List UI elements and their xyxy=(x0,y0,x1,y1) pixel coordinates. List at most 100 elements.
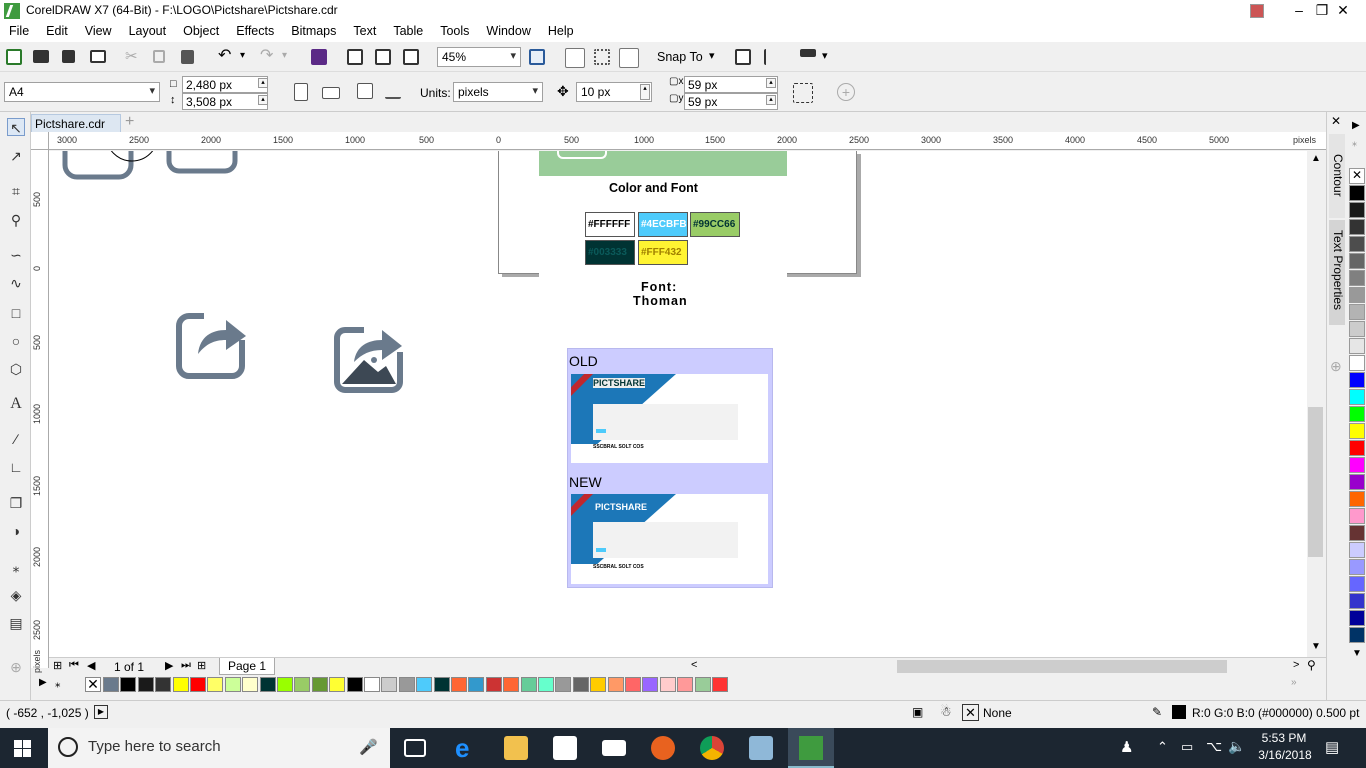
scroll-up-icon[interactable]: ▲ xyxy=(1311,153,1321,164)
document-palette-swatch[interactable] xyxy=(485,677,502,692)
vertical-scroll-thumb[interactable] xyxy=(1308,407,1323,557)
document-palette-swatch[interactable] xyxy=(259,677,276,692)
launch-icon[interactable] xyxy=(800,49,816,57)
vertical-ruler[interactable]: 500 0 500 1000 1500 2000 2500 pixels xyxy=(31,150,49,673)
paste-icon[interactable] xyxy=(181,50,194,64)
document-palette-swatch[interactable] xyxy=(242,677,259,692)
last-page-icon[interactable]: ⏭ xyxy=(181,659,191,672)
snap-to-dropdown[interactable]: Snap To xyxy=(657,50,703,64)
palette-swatch[interactable] xyxy=(1349,559,1365,575)
eyedropper-tool-icon[interactable]: ⁎ xyxy=(7,558,25,576)
palette-swatch[interactable] xyxy=(1349,253,1365,269)
align-icon[interactable] xyxy=(764,49,780,65)
mail-icon[interactable] xyxy=(602,740,626,756)
document-palette-swatch[interactable] xyxy=(416,677,433,692)
people-icon[interactable]: ♟ xyxy=(1120,738,1133,756)
document-palette-swatch[interactable] xyxy=(311,677,328,692)
freehand-tool-icon[interactable]: ∽ xyxy=(7,246,25,264)
coreldraw-taskbar-button[interactable] xyxy=(788,728,834,768)
document-palette-swatch[interactable] xyxy=(329,677,346,692)
document-palette-swatch[interactable] xyxy=(207,677,224,692)
docker-close-icon[interactable]: ✕ xyxy=(1331,114,1341,128)
document-palette-swatch[interactable] xyxy=(555,677,572,692)
zoom-navigator-icon[interactable]: ⚲ xyxy=(1307,658,1316,672)
palette-swatch[interactable] xyxy=(1349,593,1365,609)
palette-swatch[interactable] xyxy=(1349,457,1365,473)
current-page-icon[interactable] xyxy=(385,83,401,99)
microphone-icon[interactable]: 🎤 xyxy=(359,738,378,756)
redo-dropdown-icon[interactable]: ▾ xyxy=(282,48,298,64)
dup-y-spinner[interactable]: ▴ xyxy=(766,95,776,105)
document-palette-swatch[interactable] xyxy=(277,677,293,692)
document-palette-swatch[interactable] xyxy=(190,677,206,692)
duplicate-x-field[interactable]: 59 px xyxy=(684,76,778,93)
transparency-tool-icon[interactable]: ◑ xyxy=(7,522,25,540)
close-button[interactable]: ✕ xyxy=(1320,0,1366,22)
document-palette-swatch[interactable] xyxy=(120,677,137,692)
document-palette-swatch[interactable] xyxy=(103,677,119,692)
scroll-down-icon[interactable]: ▼ xyxy=(1311,641,1321,652)
swatch-dark-teal[interactable]: #003333 xyxy=(585,240,635,265)
undo-dropdown-icon[interactable]: ▾ xyxy=(240,48,256,64)
menu-window[interactable]: Window xyxy=(477,22,538,38)
swatch-white[interactable]: #FFFFFF xyxy=(585,212,635,237)
add-docker-icon[interactable]: ⊕ xyxy=(1330,358,1342,375)
interactive-fill-icon[interactable]: ◈ xyxy=(7,586,25,604)
document-palette-swatch[interactable] xyxy=(468,677,485,692)
page-width-field[interactable]: 2,480 px xyxy=(182,76,268,93)
redo-icon[interactable]: ↷ xyxy=(260,48,276,64)
menu-table[interactable]: Table xyxy=(384,22,431,38)
document-palette-swatch[interactable] xyxy=(607,677,624,692)
share-icon-draft[interactable] xyxy=(176,308,248,380)
rectangle-tool-icon[interactable]: □ xyxy=(7,304,25,322)
first-page-icon[interactable]: ⏮ xyxy=(69,659,79,672)
menu-text[interactable]: Text xyxy=(344,22,384,38)
document-palette-swatch[interactable] xyxy=(294,677,311,692)
add-page-before-icon[interactable]: ⊞ xyxy=(53,659,62,672)
contour-docker-tab[interactable]: Contour xyxy=(1329,134,1345,218)
palette-swatch[interactable] xyxy=(1349,610,1365,626)
palette-scroll-up-icon[interactable]: ▶ xyxy=(1352,120,1360,131)
palette-eyedropper-icon[interactable]: ⁎ xyxy=(1352,138,1357,149)
document-palette-swatch[interactable] xyxy=(137,677,154,692)
show-hidden-icons[interactable]: ⌃ xyxy=(1157,739,1168,755)
drawing-canvas[interactable]: Color and Font #FFFFFF #4ECBFB #99CC66 #… xyxy=(49,151,1307,657)
palette-swatch[interactable] xyxy=(1349,627,1365,643)
all-pages-icon[interactable] xyxy=(357,83,373,99)
width-spinner[interactable]: ▴ xyxy=(258,78,268,88)
crop-tool-icon[interactable]: ⌗ xyxy=(7,182,25,200)
document-palette-swatch[interactable] xyxy=(694,677,711,692)
pictshare-icon-draft[interactable] xyxy=(334,324,406,396)
palette-swatch[interactable] xyxy=(1349,185,1365,201)
clock-time[interactable]: 5:53 PM xyxy=(1259,731,1309,745)
launch-chevron-icon[interactable]: ▾ xyxy=(822,49,828,62)
document-palette-swatch[interactable] xyxy=(224,677,241,692)
dup-x-spinner[interactable]: ▴ xyxy=(766,78,776,88)
fill-bucket-icon[interactable]: ☃ xyxy=(940,704,952,720)
palette-swatch[interactable] xyxy=(1349,338,1365,354)
file-explorer-icon[interactable] xyxy=(504,736,528,760)
page-size-dropdown[interactable]: A4 xyxy=(4,82,160,102)
cut-icon[interactable]: ✂ xyxy=(125,49,141,65)
ellipse-tool-icon[interactable]: ○ xyxy=(7,332,25,350)
palette-swatch[interactable] xyxy=(1349,219,1365,235)
no-fill-swatch[interactable]: ✕ xyxy=(85,677,101,692)
hscroll-right-icon[interactable]: > xyxy=(1293,659,1299,671)
taskbar-search-box[interactable]: Type here to search 🎤 xyxy=(48,728,390,768)
options-icon[interactable] xyxy=(735,49,751,65)
shape-tool-icon[interactable]: ↗ xyxy=(7,147,25,165)
horizontal-ruler[interactable]: 3000 2500 2000 1500 1000 500 0 500 1000 … xyxy=(49,132,1326,150)
search-content-icon[interactable] xyxy=(311,49,327,65)
document-palette-swatch[interactable] xyxy=(572,677,589,692)
publish-pdf-icon[interactable] xyxy=(403,49,419,65)
edge-icon[interactable]: e xyxy=(455,735,479,761)
document-palette-swatch[interactable] xyxy=(659,677,676,692)
nudge-spinner[interactable]: ▴ xyxy=(640,84,650,100)
palette-swatch[interactable] xyxy=(1349,355,1365,371)
ruler-origin[interactable] xyxy=(31,132,49,150)
smart-fill-icon[interactable]: ▤ xyxy=(7,614,25,632)
document-palette-swatch[interactable] xyxy=(520,677,537,692)
rulers-toggle-icon[interactable] xyxy=(565,48,585,68)
add-tool-icon[interactable]: ⊕ xyxy=(7,658,25,676)
wifi-icon[interactable]: ⌥ xyxy=(1206,738,1222,755)
